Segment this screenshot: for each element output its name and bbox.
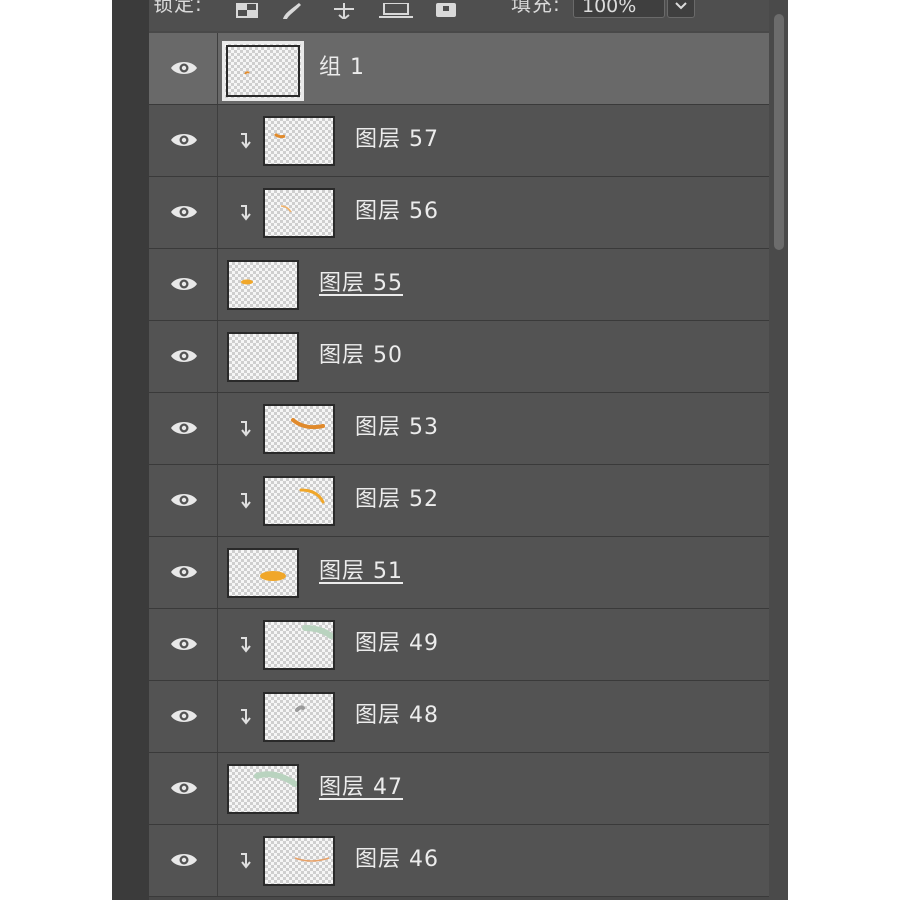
- eye-icon: [171, 710, 197, 722]
- layer-thumbnail: [263, 188, 335, 238]
- eye-icon: [171, 638, 197, 650]
- layer-thumbnail: [227, 332, 299, 382]
- layer-row[interactable]: 图层 53: [149, 393, 769, 465]
- layer-thumbnail: [227, 260, 299, 310]
- panel-left-edge: [112, 0, 149, 900]
- layer-thumbnail: [263, 620, 335, 670]
- layers-panel: 锁定: 填充: 100% 组 1 图层 57 图层 56 图层 55 图层 50…: [112, 0, 788, 900]
- visibility-toggle[interactable]: [149, 105, 218, 176]
- visibility-toggle[interactable]: [149, 609, 218, 680]
- layer-row[interactable]: 图层 49: [149, 609, 769, 681]
- eye-icon: [171, 854, 197, 866]
- layer-name[interactable]: 图层 51: [319, 558, 403, 586]
- layer-row[interactable]: 图层 51: [149, 537, 769, 609]
- layer-name[interactable]: 图层 55: [319, 270, 403, 298]
- layer-name[interactable]: 图层 53: [355, 414, 439, 442]
- layer-thumbnail: [227, 764, 299, 814]
- layer-thumbnail: [263, 476, 335, 526]
- eye-icon: [171, 422, 197, 434]
- visibility-toggle[interactable]: [149, 465, 218, 536]
- layer-row[interactable]: 图层 47: [149, 753, 769, 825]
- layer-thumbnail: [263, 692, 335, 742]
- chevron-down-icon: [675, 2, 687, 10]
- lock-fill-toolbar: 锁定: 填充: 100%: [149, 0, 769, 31]
- clipping-mask-arrow-icon: [239, 132, 253, 154]
- layer-row[interactable]: 图层 46: [149, 825, 769, 897]
- layer-thumbnail: [222, 41, 304, 101]
- eye-icon: [171, 278, 197, 290]
- eye-icon: [171, 350, 197, 362]
- lock-transparent-pixels-icon[interactable]: [235, 0, 259, 24]
- fill-input[interactable]: 100%: [573, 0, 665, 18]
- lock-position-icon[interactable]: [331, 0, 357, 24]
- eye-icon: [171, 206, 197, 218]
- clipping-mask-arrow-icon: [239, 492, 253, 514]
- fill-dropdown[interactable]: [667, 0, 695, 18]
- layer-thumbnail: [263, 404, 335, 454]
- lock-all-icon[interactable]: [434, 0, 458, 24]
- visibility-toggle[interactable]: [149, 321, 218, 392]
- clipping-mask-arrow-icon: [239, 708, 253, 730]
- visibility-toggle[interactable]: [149, 249, 218, 320]
- layer-row-group-1[interactable]: 组 1: [149, 33, 769, 105]
- clipping-mask-arrow-icon: [239, 204, 253, 226]
- eye-icon: [171, 782, 197, 794]
- visibility-toggle[interactable]: [149, 537, 218, 608]
- layer-name[interactable]: 图层 56: [355, 198, 439, 226]
- lock-artboard-icon[interactable]: [379, 0, 413, 24]
- layer-name[interactable]: 图层 48: [355, 702, 439, 730]
- layer-name[interactable]: 图层 47: [319, 774, 403, 802]
- eye-icon: [171, 566, 197, 578]
- fill-label: 填充:: [511, 0, 561, 16]
- visibility-toggle[interactable]: [149, 825, 218, 896]
- scrollbar-thumb[interactable]: [774, 14, 784, 250]
- visibility-toggle[interactable]: [149, 681, 218, 752]
- visibility-toggle[interactable]: [149, 33, 218, 104]
- clipping-mask-arrow-icon: [239, 852, 253, 874]
- layer-row[interactable]: 图层 52: [149, 465, 769, 537]
- layer-row[interactable]: 图层 56: [149, 177, 769, 249]
- clipping-mask-arrow-icon: [239, 420, 253, 442]
- layer-list: 组 1 图层 57 图层 56 图层 55 图层 50 图层 53 图层 52 …: [149, 33, 769, 897]
- layer-name[interactable]: 图层 50: [319, 342, 403, 370]
- layer-row[interactable]: 图层 50: [149, 321, 769, 393]
- scrollbar[interactable]: [769, 0, 788, 900]
- layer-name[interactable]: 图层 57: [355, 126, 439, 154]
- layer-row[interactable]: 图层 55: [149, 249, 769, 321]
- visibility-toggle[interactable]: [149, 177, 218, 248]
- eye-icon: [171, 134, 197, 146]
- clipping-mask-arrow-icon: [239, 636, 253, 658]
- layer-name[interactable]: 图层 46: [355, 846, 439, 874]
- layer-row[interactable]: 图层 57: [149, 105, 769, 177]
- lock-label: 锁定:: [153, 0, 203, 16]
- layer-row[interactable]: 图层 48: [149, 681, 769, 753]
- layer-thumbnail: [263, 836, 335, 886]
- layer-name[interactable]: 图层 49: [355, 630, 439, 658]
- layer-thumbnail: [263, 116, 335, 166]
- layer-thumbnail: [227, 548, 299, 598]
- visibility-toggle[interactable]: [149, 753, 218, 824]
- eye-icon: [171, 62, 197, 74]
- layer-name[interactable]: 图层 52: [355, 486, 439, 514]
- layer-name[interactable]: 组 1: [319, 54, 365, 82]
- visibility-toggle[interactable]: [149, 393, 218, 464]
- eye-icon: [171, 494, 197, 506]
- lock-image-pixels-icon[interactable]: [279, 0, 303, 24]
